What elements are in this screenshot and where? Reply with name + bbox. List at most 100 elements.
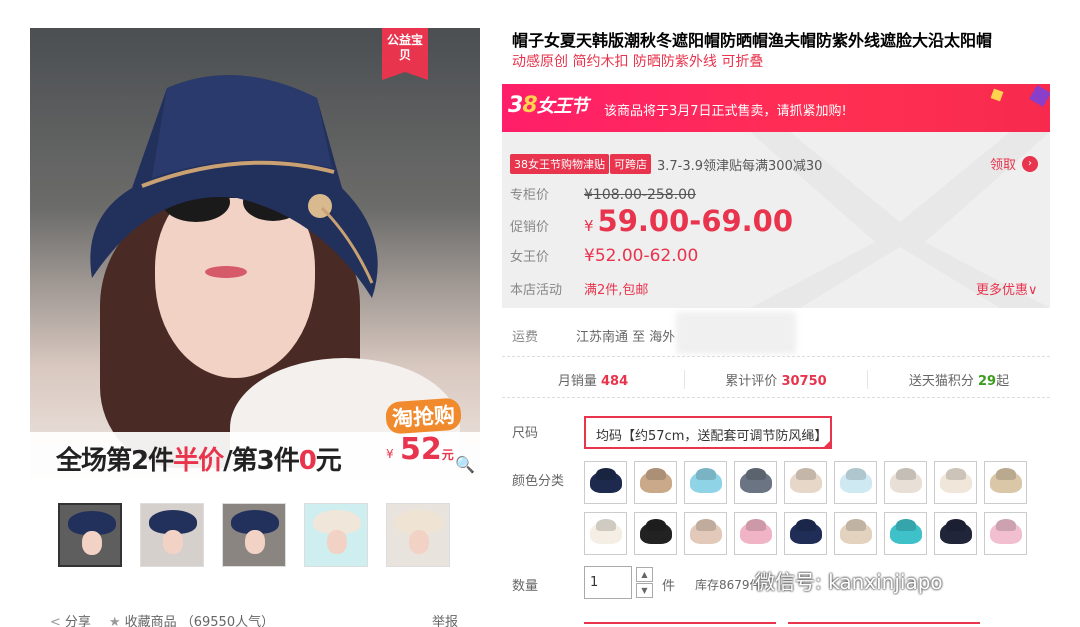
report-link[interactable]: 举报 bbox=[432, 611, 458, 627]
hat-crown-icon bbox=[596, 468, 616, 480]
thumbnail-3[interactable] bbox=[222, 503, 286, 567]
promo-price: 59.00-69.00 bbox=[597, 204, 794, 238]
thumbnail-strip bbox=[58, 503, 450, 567]
color-swatch[interactable] bbox=[984, 512, 1027, 555]
quantity-decrease-button[interactable]: ▼ bbox=[636, 583, 653, 598]
color-swatch[interactable] bbox=[784, 461, 827, 504]
color-swatch[interactable] bbox=[584, 512, 627, 555]
hat-crown-icon bbox=[946, 468, 966, 480]
thumbnail-4[interactable] bbox=[304, 503, 368, 567]
hat-crown-icon bbox=[846, 468, 866, 480]
favorite-button[interactable]: ★ 收藏商品 （69550人气） bbox=[109, 611, 274, 627]
thumbnail-2[interactable] bbox=[140, 503, 204, 567]
quantity-increase-button[interactable]: ▲ bbox=[636, 567, 653, 582]
color-swatch[interactable] bbox=[684, 512, 727, 555]
hat-crown-icon bbox=[846, 519, 866, 531]
total-reviews[interactable]: 累计评价 30750 bbox=[685, 370, 868, 389]
store-activity-row: 本店活动 满2件,包邮 bbox=[510, 279, 648, 298]
taoqiang-label: 淘抢购 bbox=[384, 397, 463, 435]
counter-price-row: 专柜价 ¥108.00-258.00 bbox=[510, 187, 696, 203]
divider bbox=[502, 397, 1050, 398]
wechat-watermark: 微信号: kanxinjiapo bbox=[755, 570, 943, 594]
navy-hat bbox=[90, 75, 378, 298]
popularity-count: （69550人气） bbox=[180, 615, 275, 627]
product-title: 帽子女夏天韩版潮秋冬遮阳帽防晒帽渔夫帽防紫外线遮脸大沿太阳帽 bbox=[512, 31, 993, 50]
color-label: 颜色分类 bbox=[512, 474, 565, 489]
size-label: 尺码 bbox=[512, 426, 539, 441]
star-icon: ★ bbox=[108, 615, 121, 627]
buy-now-button[interactable] bbox=[584, 622, 776, 627]
color-swatches bbox=[584, 461, 1034, 555]
promo-price-row: 促销价 ¥ 59.00-69.00 bbox=[510, 204, 794, 238]
hat-crown-icon bbox=[796, 519, 816, 531]
color-swatch[interactable] bbox=[684, 461, 727, 504]
stock-count: 库存8679件 bbox=[695, 578, 762, 592]
thumbnail-1[interactable] bbox=[58, 503, 122, 567]
more-offers-link[interactable]: 更多优惠∨ bbox=[976, 279, 1038, 298]
quantity-unit: 件 bbox=[662, 579, 676, 594]
allowance-tag: 38女王节购物津贴 bbox=[510, 154, 609, 174]
color-swatch[interactable] bbox=[934, 512, 977, 555]
color-swatch[interactable] bbox=[784, 512, 827, 555]
color-swatch[interactable] bbox=[734, 512, 777, 555]
coupon-row: 38女王节购物津贴 可跨店 3.7-3.9领津贴每满300减30 bbox=[510, 154, 822, 174]
thumbnail-5[interactable] bbox=[386, 503, 450, 567]
action-bar: < 分享 ★ 收藏商品 （69550人气） bbox=[50, 611, 274, 627]
share-button[interactable]: < 分享 bbox=[50, 611, 91, 627]
decor-star-icon bbox=[990, 88, 1004, 102]
queen-price-row: 女王价 ¥52.00-62.00 bbox=[510, 246, 699, 266]
product-page: 公益宝贝 全场第2件半价/第3件0元 淘抢购 ¥ 52元 🔍 < 分享 ★ 收藏商品 bbox=[0, 0, 1080, 627]
stats-bar: 月销量 484 累计评价 30750 送天猫积分 29起 bbox=[502, 370, 1050, 389]
hat-crown-icon bbox=[996, 468, 1016, 480]
color-swatch[interactable] bbox=[884, 461, 927, 504]
color-swatch[interactable] bbox=[884, 512, 927, 555]
hat-crown-icon bbox=[996, 519, 1016, 531]
price-panel: 38女王节 该商品将于3月7日正式售卖，请抓紧加购! 38女王节购物津贴 可跨店… bbox=[502, 84, 1050, 308]
festival-message: 该商品将于3月7日正式售卖，请抓紧加购! bbox=[604, 104, 847, 119]
shipping-route[interactable]: 江苏南通 至 海外 bbox=[576, 330, 675, 345]
shipping-row: 运费 江苏南通 至 海外 bbox=[512, 330, 676, 345]
counter-price: ¥108.00-258.00 bbox=[584, 187, 696, 203]
taoqiang-yen: ¥ bbox=[386, 447, 394, 461]
queen-price: ¥52.00-62.00 bbox=[584, 246, 699, 266]
magnifier-icon[interactable]: 🔍 bbox=[455, 455, 475, 474]
hat-crown-icon bbox=[696, 519, 716, 531]
tmall-points: 送天猫积分 29起 bbox=[908, 374, 1010, 389]
quantity-label: 数量 bbox=[512, 579, 539, 594]
color-swatch[interactable] bbox=[634, 461, 677, 504]
festival-banner: 38女王节 该商品将于3月7日正式售卖，请抓紧加购! bbox=[502, 84, 1050, 132]
hat-crown-icon bbox=[646, 519, 666, 531]
color-swatch[interactable] bbox=[834, 461, 877, 504]
store-activity: 满2件,包邮 bbox=[584, 283, 649, 298]
hat-crown-icon bbox=[746, 468, 766, 480]
blurred-region bbox=[676, 312, 796, 354]
claim-coupon-button[interactable]: 领取 › bbox=[990, 154, 1039, 173]
quantity-input[interactable]: 1 bbox=[584, 566, 632, 599]
hat-crown-icon bbox=[796, 468, 816, 480]
coupon-text: 3.7-3.9领津贴每满300减30 bbox=[657, 158, 823, 174]
hat-crown-icon bbox=[896, 519, 916, 531]
charity-badge: 公益宝贝 bbox=[382, 28, 428, 80]
add-to-cart-button[interactable] bbox=[788, 622, 980, 627]
taoqiang-price: 52元 bbox=[400, 432, 454, 467]
hat-crown-icon bbox=[746, 519, 766, 531]
share-icon: < bbox=[50, 615, 61, 627]
color-swatch[interactable] bbox=[934, 461, 977, 504]
hat-crown-icon bbox=[646, 468, 666, 480]
hat-crown-icon bbox=[596, 519, 616, 531]
divider bbox=[502, 356, 1050, 357]
promo-text: 全场第2件半价/第3件0元 bbox=[56, 446, 342, 476]
color-swatch[interactable] bbox=[584, 461, 627, 504]
product-subtitle: 动感原创 简约木扣 防晒防紫外线 可折叠 bbox=[512, 54, 764, 70]
festival-logo: 38女王节 bbox=[508, 93, 589, 118]
color-swatch[interactable] bbox=[634, 512, 677, 555]
cross-store-tag: 可跨店 bbox=[610, 154, 651, 174]
hat-crown-icon bbox=[696, 468, 716, 480]
color-swatch[interactable] bbox=[734, 461, 777, 504]
arrow-right-icon: › bbox=[1022, 155, 1039, 172]
monthly-sales: 月销量 484 bbox=[502, 370, 685, 389]
size-option-selected[interactable]: 均码【约57cm，送配套可调节防风绳】 bbox=[584, 416, 832, 449]
color-swatch[interactable] bbox=[984, 461, 1027, 504]
color-swatch[interactable] bbox=[834, 512, 877, 555]
hat-crown-icon bbox=[946, 519, 966, 531]
